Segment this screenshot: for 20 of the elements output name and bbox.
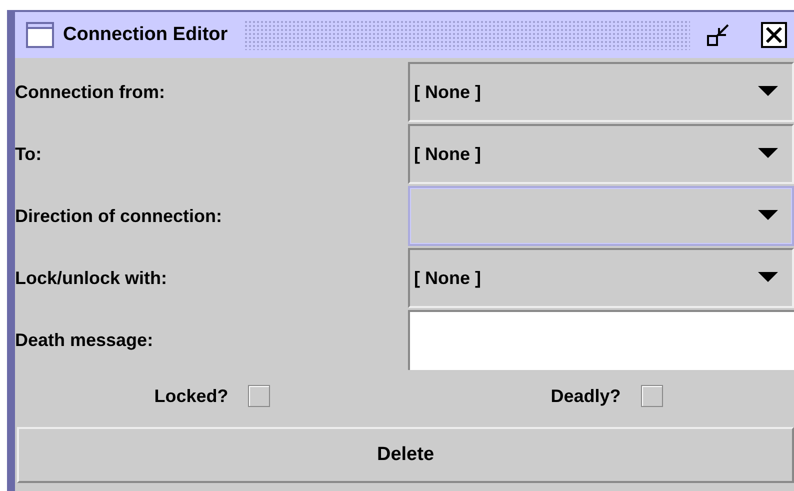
field-label: Death message: xyxy=(15,328,154,352)
checkbox[interactable] xyxy=(640,385,663,407)
field-label: To: xyxy=(15,142,43,166)
field-label: Direction of connection: xyxy=(15,204,223,228)
input-field[interactable] xyxy=(408,310,794,370)
close-icon[interactable] xyxy=(760,21,788,49)
checkbox-label: Locked? xyxy=(154,384,228,408)
dropdown[interactable]: [ None ] xyxy=(408,248,794,308)
dropdown-arrow-icon xyxy=(758,210,778,222)
field-label: Lock/unlock with: xyxy=(15,266,168,290)
dropdown[interactable]: [ None ] xyxy=(408,124,794,184)
dropdown-arrow-icon xyxy=(758,272,778,284)
dropdown[interactable]: [ None ] xyxy=(408,62,794,122)
window-title: Connection Editor xyxy=(63,22,228,47)
checkbox[interactable] xyxy=(248,385,270,407)
checkbox-label: Deadly? xyxy=(550,384,621,408)
field-label: Connection from: xyxy=(15,80,166,104)
dropdown-arrow-icon xyxy=(758,148,778,160)
dropdown-arrow-icon xyxy=(758,86,778,98)
delete-button[interactable]: Delete xyxy=(17,427,794,483)
